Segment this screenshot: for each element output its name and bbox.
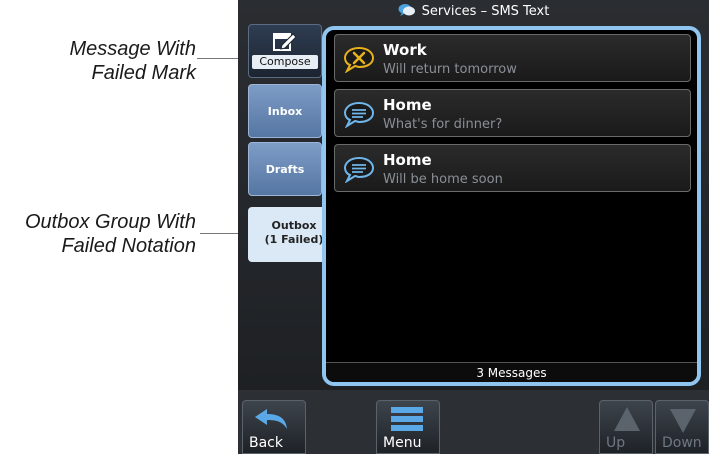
back-arrow-icon bbox=[255, 409, 287, 429]
up-label: Up bbox=[606, 435, 626, 451]
menu-list-icon bbox=[391, 407, 423, 431]
failed-message-icon bbox=[343, 46, 375, 73]
tab-drafts[interactable]: Drafts bbox=[248, 142, 322, 196]
message-preview: What's for dinner? bbox=[383, 117, 503, 132]
message-item[interactable]: Home What's for dinner? bbox=[334, 89, 691, 137]
down-button[interactable]: Down bbox=[655, 400, 709, 454]
back-button[interactable]: Back bbox=[242, 400, 306, 454]
message-preview: Will return tomorrow bbox=[383, 62, 517, 77]
back-label: Back bbox=[249, 435, 283, 451]
up-arrow-icon bbox=[614, 407, 640, 431]
message-list-panel: Work Will return tomorrow Home What's fo… bbox=[322, 26, 701, 386]
compose-icon bbox=[273, 33, 297, 51]
callout-line-2: Failed Notation bbox=[61, 235, 196, 257]
tab-compose-label: Compose bbox=[252, 55, 318, 69]
message-bubble-icon bbox=[343, 156, 375, 183]
softkey-bar: Back Menu Up Down bbox=[238, 390, 709, 454]
up-button[interactable]: Up bbox=[599, 400, 653, 454]
callout-failed-mark: Message With Failed Mark bbox=[20, 37, 196, 85]
menu-label: Menu bbox=[383, 435, 422, 451]
message-contact: Home bbox=[383, 96, 432, 114]
message-item[interactable]: Home Will be home soon bbox=[334, 144, 691, 192]
callout-line-1: Message With bbox=[69, 38, 196, 60]
chat-bubbles-icon bbox=[398, 4, 415, 16]
message-item[interactable]: Work Will return tomorrow bbox=[334, 34, 691, 82]
message-contact: Home bbox=[383, 151, 432, 169]
menu-button[interactable]: Menu bbox=[376, 400, 440, 454]
callout-failed-notation: Outbox Group With Failed Notation bbox=[2, 210, 196, 258]
callout-line-1: Outbox Group With bbox=[24, 211, 196, 233]
message-preview: Will be home soon bbox=[383, 172, 503, 187]
device-screen: Services – SMS Text Compose Inbox Drafts… bbox=[238, 0, 709, 454]
tab-inbox[interactable]: Inbox bbox=[248, 84, 322, 138]
down-label: Down bbox=[662, 435, 702, 451]
tab-compose[interactable]: Compose bbox=[248, 24, 322, 78]
callout-line-2: Failed Mark bbox=[91, 62, 196, 84]
down-arrow-icon bbox=[670, 409, 696, 433]
message-count: 3 Messages bbox=[326, 362, 697, 382]
window-title: Services – SMS Text bbox=[421, 4, 550, 19]
message-bubble-icon bbox=[343, 101, 375, 128]
message-contact: Work bbox=[383, 41, 427, 59]
window-title-bar: Services – SMS Text bbox=[238, 0, 709, 24]
